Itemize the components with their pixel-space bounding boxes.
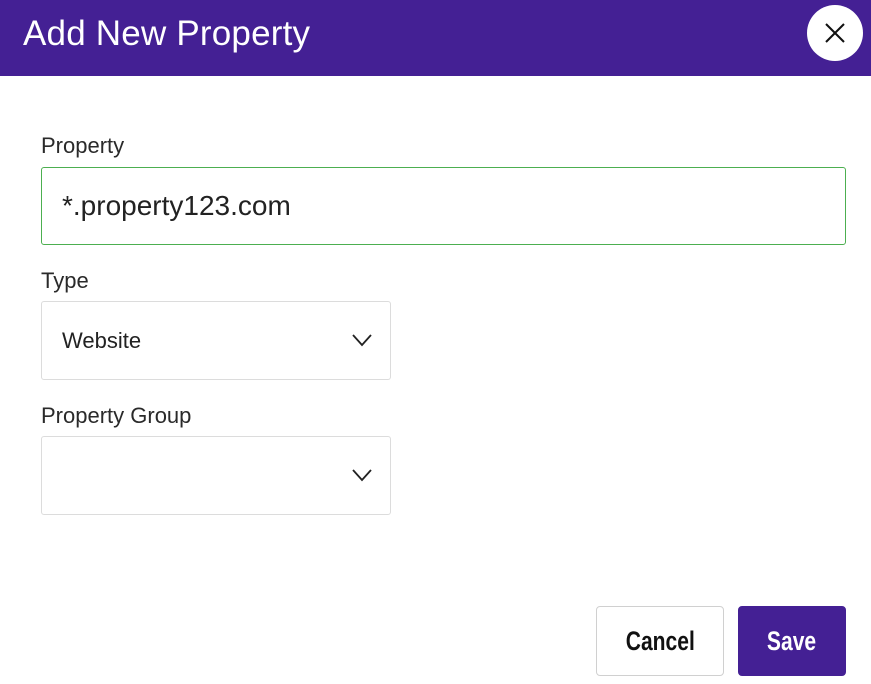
- property-group-label: Property Group: [41, 403, 192, 428]
- type-selected-value: Website: [62, 328, 142, 353]
- save-button-label: Save: [767, 625, 817, 656]
- property-group-select[interactable]: [41, 436, 391, 515]
- cancel-button[interactable]: Cancel: [596, 606, 724, 676]
- property-label: Property: [41, 133, 125, 158]
- chevron-down-icon: [352, 334, 372, 347]
- property-input[interactable]: [41, 167, 846, 245]
- chevron-down-icon: [352, 469, 372, 482]
- add-property-dialog: Add New Property Property Type Website P…: [0, 0, 871, 684]
- close-button[interactable]: [807, 5, 863, 61]
- dialog-header: Add New Property: [0, 0, 871, 76]
- type-select[interactable]: Website: [41, 301, 391, 380]
- dialog-title: Add New Property: [23, 14, 311, 53]
- close-icon: [825, 23, 845, 43]
- type-label: Type: [41, 268, 89, 293]
- cancel-button-label: Cancel: [625, 625, 695, 656]
- save-button[interactable]: Save: [738, 606, 846, 676]
